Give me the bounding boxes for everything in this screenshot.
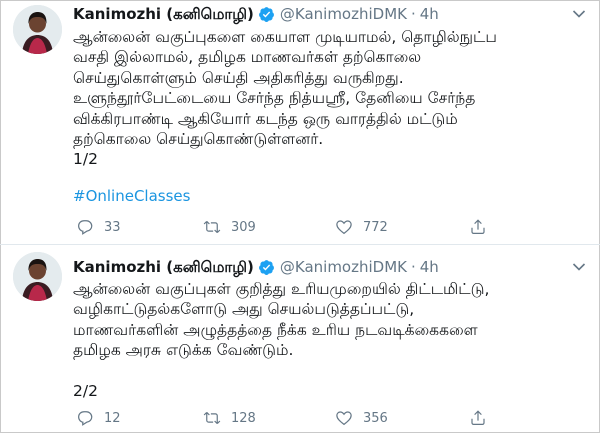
- chevron-down-icon[interactable]: [572, 9, 586, 19]
- chevron-down-icon[interactable]: [572, 262, 586, 272]
- author-name[interactable]: Kanimozhi (கனிமொழி): [73, 4, 254, 24]
- avatar[interactable]: [13, 252, 62, 301]
- retweet-button[interactable]: 128: [203, 408, 256, 428]
- reply-button[interactable]: 12: [76, 408, 121, 428]
- reply-icon: [78, 220, 93, 235]
- author-handle[interactable]: @KanimozhiDMK: [280, 257, 407, 277]
- retweet-icon: [203, 411, 221, 425]
- tweet-time[interactable]: 4h: [420, 4, 439, 24]
- tweet-text: ஆன்லைன் வகுப்புகள் குறித்து உரியமுறையில்…: [73, 280, 490, 401]
- separator-dot: ·: [410, 5, 416, 23]
- hashtag-link[interactable]: #OnlineClasses: [73, 186, 190, 206]
- like-count: 772: [363, 219, 388, 235]
- share-icon: [471, 410, 485, 425]
- tweet-time[interactable]: 4h: [420, 257, 439, 277]
- like-button[interactable]: 356: [335, 408, 388, 428]
- reply-icon: [78, 411, 93, 426]
- reply-count: 33: [104, 219, 121, 235]
- retweet-count: 128: [231, 410, 256, 426]
- reply-button[interactable]: 33: [76, 217, 121, 237]
- tweet-text: ஆன்லைன் வகுப்புகளை கையாள முடியாமல், தொழி…: [73, 28, 497, 169]
- like-icon: [336, 411, 352, 426]
- tweet-1[interactable]: Kanimozhi (கனிமொழி) @KanimozhiDMK · 4h ஆ…: [0, 0, 600, 244]
- like-count: 356: [363, 410, 388, 426]
- like-button[interactable]: 772: [335, 217, 388, 237]
- verified-badge-icon: [258, 259, 274, 275]
- share-button[interactable]: [469, 217, 497, 237]
- share-icon: [471, 219, 485, 234]
- like-icon: [336, 220, 352, 235]
- tweet-actions: 12 128 356: [73, 408, 593, 428]
- tweet-header: Kanimozhi (கனிமொழி) @KanimozhiDMK · 4h: [73, 256, 439, 278]
- tweet-header: Kanimozhi (கனிமொழி) @KanimozhiDMK · 4h: [73, 3, 439, 25]
- share-button[interactable]: [469, 408, 497, 428]
- reply-count: 12: [104, 410, 121, 426]
- separator-dot: ·: [410, 258, 416, 276]
- author-handle[interactable]: @KanimozhiDMK: [280, 4, 407, 24]
- author-name[interactable]: Kanimozhi (கனிமொழி): [73, 257, 254, 277]
- retweet-count: 309: [231, 219, 256, 235]
- avatar[interactable]: [13, 5, 62, 54]
- tweet-actions: 33 309 772: [73, 217, 593, 237]
- retweet-icon: [203, 220, 221, 234]
- tweet-divider: [0, 244, 600, 245]
- retweet-button[interactable]: 309: [203, 217, 256, 237]
- verified-badge-icon: [258, 6, 274, 22]
